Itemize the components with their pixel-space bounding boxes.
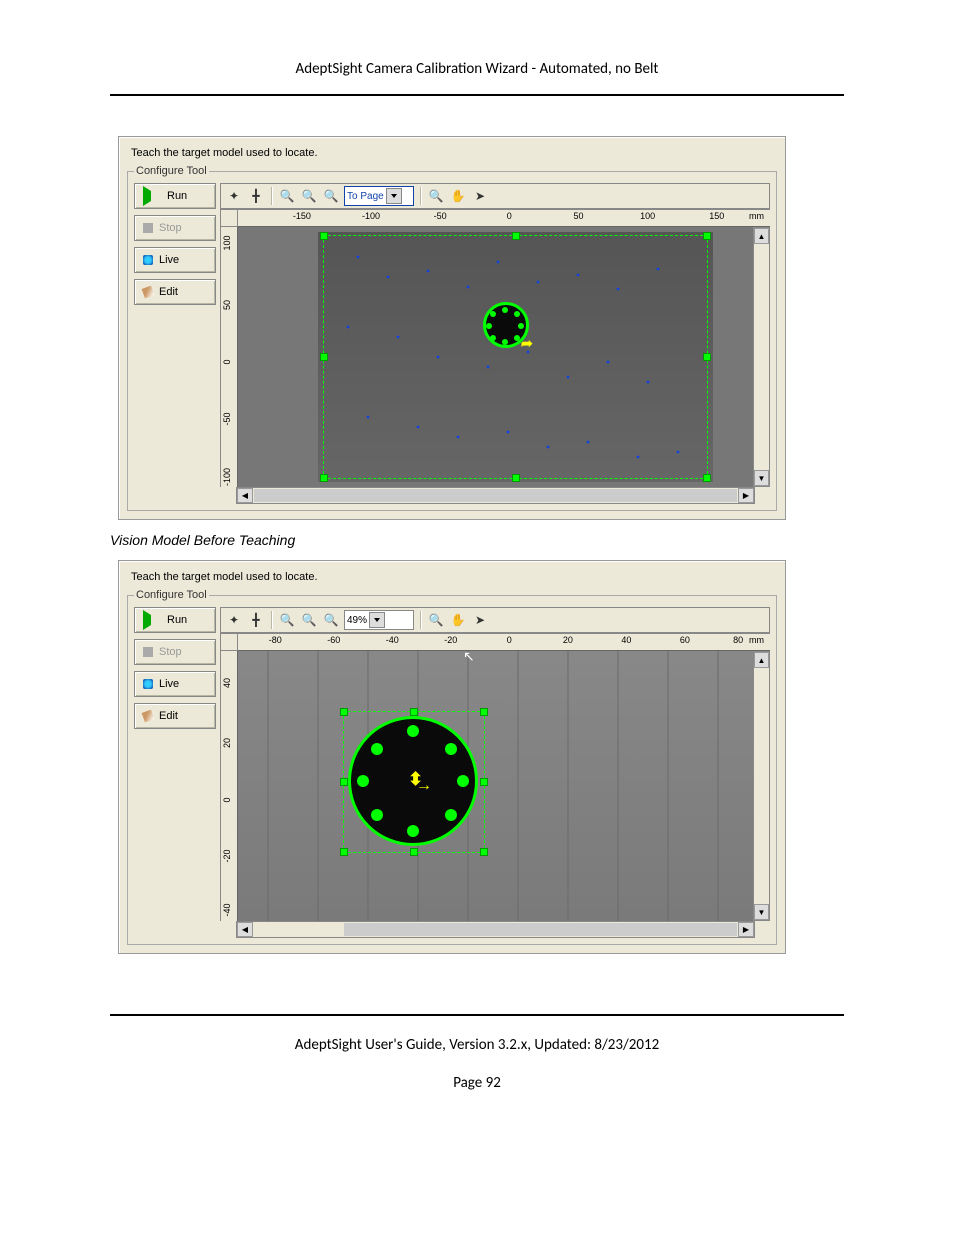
zoom-select-value: 49% [347,615,367,626]
play-icon [143,186,161,206]
configure-tool-legend: Configure Tool [134,165,209,177]
zoom-in-icon[interactable]: 🔍 [278,611,296,629]
run-button[interactable]: Run [134,183,216,209]
zoom-out-icon[interactable]: 🔍 [322,187,340,205]
config-icon[interactable]: ✦ [225,611,243,629]
instruction-text: Teach the target model used to locate. [131,147,777,159]
live-icon [143,255,153,265]
magnifier-icon[interactable]: 🔍 [427,187,445,205]
scroll-down-icon[interactable]: ▼ [754,904,769,920]
magnifier-icon[interactable]: 🔍 [427,611,445,629]
zoom-select-value: To Page [347,191,384,202]
scroll-up-icon[interactable]: ▲ [754,652,769,668]
stop-button[interactable]: Stop [134,215,216,241]
pencil-icon [142,710,155,723]
hand-icon[interactable]: ✋ [449,611,467,629]
zoom-actual-icon[interactable]: 🔍 [300,187,318,205]
vertical-scrollbar[interactable]: ▲ ▼ [753,651,770,921]
view-toolbar: ✦ ╋ 🔍 🔍 🔍 49% 🔍 ✋ ➤ [220,607,770,633]
stop-icon [143,223,153,233]
pointer-icon[interactable]: ➤ [471,187,489,205]
zoom-out-icon[interactable]: 🔍 [322,611,340,629]
scroll-right-icon[interactable]: ▶ [738,922,754,937]
configure-tool-legend: Configure Tool [134,589,209,601]
vertical-ruler: 40 20 0 -20 -40 [220,651,238,921]
scroll-right-icon[interactable]: ▶ [738,488,754,503]
run-label: Run [167,614,187,626]
live-label: Live [159,254,179,266]
live-icon [143,679,153,689]
stop-icon [143,647,153,657]
live-button[interactable]: Live [134,671,216,697]
play-icon [143,610,161,630]
chevron-down-icon[interactable] [369,612,385,628]
stop-button[interactable]: Stop [134,639,216,665]
edit-label: Edit [159,710,178,722]
stop-label: Stop [159,646,182,658]
screenshot-panel-2: Teach the target model used to locate. C… [118,560,786,954]
origin-axes-icon: ➦ [521,335,533,352]
ruler-corner [220,209,238,227]
pointer-icon[interactable]: ➤ [471,611,489,629]
header-rule [110,94,844,96]
scroll-down-icon[interactable]: ▼ [754,470,769,486]
hand-icon[interactable]: ✋ [449,187,467,205]
pencil-icon [142,286,155,299]
horizontal-ruler: -80 -60 -40 -20 0 20 40 60 80 mm [238,633,770,651]
zoom-select[interactable]: 49% [344,610,414,630]
chevron-down-icon[interactable] [386,188,402,204]
zoom-select[interactable]: To Page [344,186,414,206]
image-view[interactable]: ➦ [238,227,753,487]
scroll-up-icon[interactable]: ▲ [754,228,769,244]
roi-rectangle[interactable] [323,235,708,479]
stop-label: Stop [159,222,182,234]
configure-tool-group: Configure Tool Run Stop Live Edit ✦ ╋ 🔍 … [127,165,777,511]
footer-text: AdeptSight User's Guide, Version 3.2.x, … [110,1036,844,1054]
footer-rule [110,1014,844,1016]
live-label: Live [159,678,179,690]
vertical-scrollbar[interactable]: ▲ ▼ [753,227,770,487]
page-header: AdeptSight Camera Calibration Wizard - A… [110,60,844,78]
cursor-icon: ↖ [463,651,475,665]
scroll-left-icon[interactable]: ◀ [237,488,253,503]
horizontal-scrollbar[interactable]: ◀ ▶ [236,921,755,938]
horizontal-scrollbar[interactable]: ◀ ▶ [236,487,755,504]
edit-button[interactable]: Edit [134,703,216,729]
origin-axes-icon: → [416,777,432,795]
image-view[interactable]: ⬍ → ↖ [238,651,753,921]
vertical-ruler: 100 50 0 -50 -100 [220,227,238,487]
horizontal-ruler: -150 -100 -50 0 50 100 150 mm [238,209,770,227]
crosshair-icon[interactable]: ╋ [247,611,265,629]
crosshair-icon[interactable]: ╋ [247,187,265,205]
edit-label: Edit [159,286,178,298]
configure-tool-group: Configure Tool Run Stop Live Edit ✦ ╋ 🔍 … [127,589,777,945]
zoom-in-icon[interactable]: 🔍 [278,187,296,205]
page-number: Page 92 [110,1074,844,1092]
figure-caption-1: Vision Model Before Teaching [110,532,844,548]
ruler-corner [220,633,238,651]
edit-button[interactable]: Edit [134,279,216,305]
scroll-left-icon[interactable]: ◀ [237,922,253,937]
run-label: Run [167,190,187,202]
screenshot-panel-1: Teach the target model used to locate. C… [118,136,786,520]
live-button[interactable]: Live [134,247,216,273]
config-icon[interactable]: ✦ [225,187,243,205]
view-toolbar: ✦ ╋ 🔍 🔍 🔍 To Page 🔍 ✋ ➤ [220,183,770,209]
zoom-actual-icon[interactable]: 🔍 [300,611,318,629]
run-button[interactable]: Run [134,607,216,633]
instruction-text: Teach the target model used to locate. [131,571,777,583]
